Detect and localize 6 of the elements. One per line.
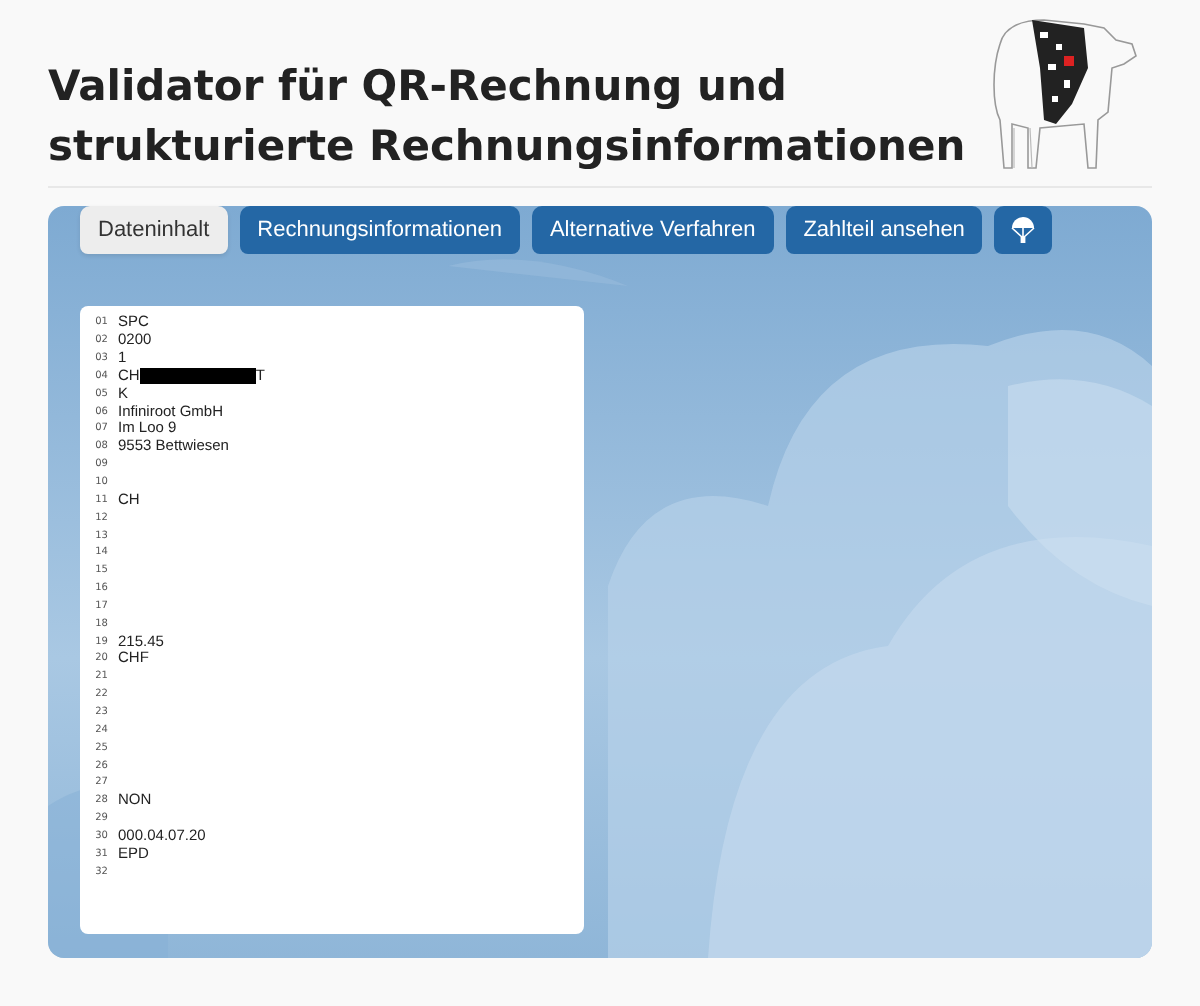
tab[interactable]: Dateninhalt xyxy=(80,206,228,254)
page-title: strukturierte Rechnungsinformationen xyxy=(48,120,966,174)
tab[interactable]: Alternative Verfahren xyxy=(531,206,774,254)
page-title: Validator für QR-Rechnung und xyxy=(48,60,789,114)
tab[interactable]: Rechnungsinformationen xyxy=(239,206,520,254)
tab[interactable]: Zahlteil ansehen xyxy=(785,206,983,254)
